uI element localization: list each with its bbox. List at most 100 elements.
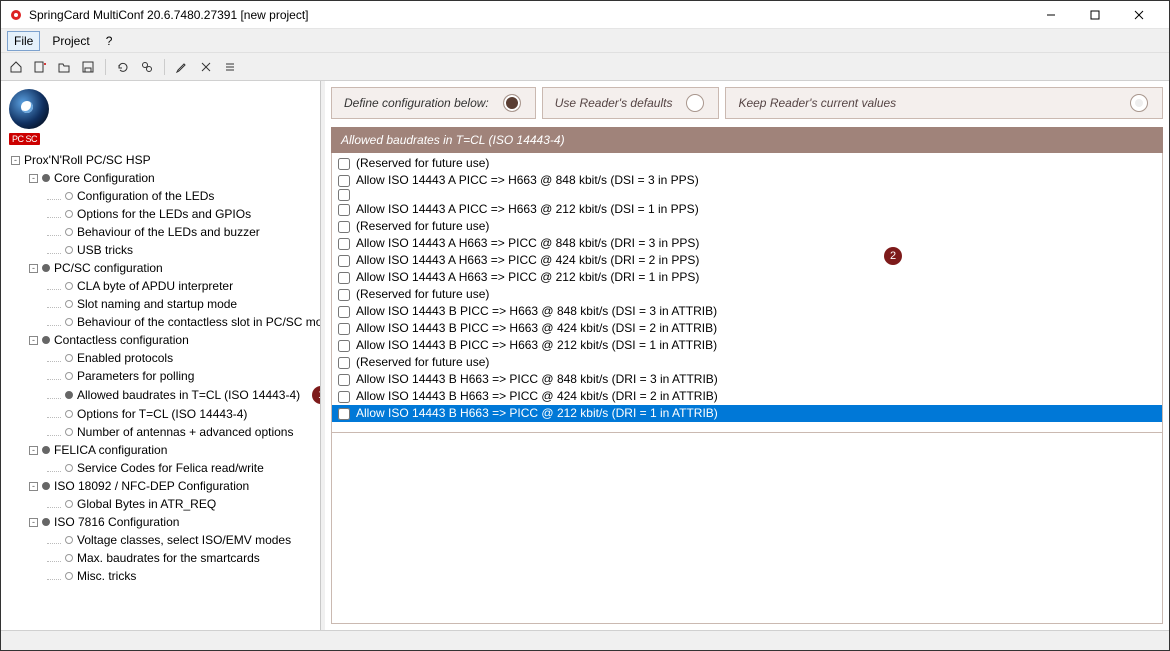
toolbar-separator xyxy=(164,59,165,75)
save-icon[interactable] xyxy=(79,58,97,76)
checkbox[interactable] xyxy=(338,306,350,318)
config-tree: -Prox'N'Roll PC/SC HSP -Core Configurati… xyxy=(7,151,314,626)
open-icon[interactable] xyxy=(55,58,73,76)
checkbox[interactable] xyxy=(338,357,350,369)
tree-core[interactable]: -Core Configuration xyxy=(7,169,314,187)
expander-icon[interactable]: - xyxy=(29,518,38,527)
checkbox[interactable] xyxy=(338,238,350,250)
refresh-icon[interactable] xyxy=(114,58,132,76)
checkbox-row[interactable]: Allow ISO 14443 A H663 => PICC @ 848 kbi… xyxy=(332,235,1162,252)
minimize-button[interactable] xyxy=(1029,1,1073,29)
checkbox-row[interactable]: Allow ISO 14443 B PICC => H663 @ 424 kbi… xyxy=(332,320,1162,337)
checkbox[interactable] xyxy=(338,272,350,284)
tree-iso7816[interactable]: -ISO 7816 Configuration xyxy=(7,513,314,531)
link-icon[interactable] xyxy=(138,58,156,76)
radio-icon xyxy=(1130,94,1148,112)
checkbox[interactable] xyxy=(338,204,350,216)
checkbox-row[interactable]: Allow ISO 14443 A PICC => H663 @ 212 kbi… xyxy=(332,201,1162,218)
expander-icon[interactable]: - xyxy=(11,156,20,165)
checkbox[interactable] xyxy=(338,340,350,352)
tree-leaf[interactable]: Number of antennas + advanced options xyxy=(7,423,314,441)
tree-leaf[interactable]: Options for the LEDs and GPIOs xyxy=(7,205,314,223)
toolbar xyxy=(1,53,1169,81)
mode-defaults[interactable]: Use Reader's defaults xyxy=(542,87,720,119)
checkbox-panel: (Reserved for future use) Allow ISO 1444… xyxy=(331,153,1163,433)
left-pane: PC SC -Prox'N'Roll PC/SC HSP -Core Confi… xyxy=(1,81,321,630)
checkbox-row[interactable]: (Reserved for future use) xyxy=(332,155,1162,172)
checkbox-row[interactable]: (Reserved for future use) xyxy=(332,286,1162,303)
checkbox-row-selected[interactable]: Allow ISO 14443 B H663 => PICC @ 212 kbi… xyxy=(332,405,1162,422)
tree-leaf-selected[interactable]: Allowed baudrates in T=CL (ISO 14443-4)1 xyxy=(7,385,314,405)
tree-pcsc[interactable]: -PC/SC configuration xyxy=(7,259,314,277)
tree-leaf[interactable]: Configuration of the LEDs xyxy=(7,187,314,205)
tree-leaf[interactable]: Parameters for polling xyxy=(7,367,314,385)
mode-keep-label: Keep Reader's current values xyxy=(738,96,896,110)
empty-area xyxy=(331,433,1163,624)
new-icon[interactable] xyxy=(31,58,49,76)
checkbox[interactable] xyxy=(338,189,350,201)
checkbox-row[interactable]: Allow ISO 14443 B PICC => H663 @ 212 kbi… xyxy=(332,337,1162,354)
edit-icon[interactable] xyxy=(173,58,191,76)
tree-leaf[interactable]: Global Bytes in ATR_REQ xyxy=(7,495,314,513)
checkbox[interactable] xyxy=(338,391,350,403)
device-icon xyxy=(9,89,49,129)
checkbox[interactable] xyxy=(338,323,350,335)
tree-leaf[interactable]: Behaviour of the contactless slot in PC/… xyxy=(7,313,314,331)
tree-root[interactable]: -Prox'N'Roll PC/SC HSP xyxy=(7,151,314,169)
close-button[interactable] xyxy=(1117,1,1161,29)
expander-icon[interactable]: - xyxy=(29,446,38,455)
mode-define[interactable]: Define configuration below: xyxy=(331,87,536,119)
tree-leaf[interactable]: Slot naming and startup mode xyxy=(7,295,314,313)
annotation-2: 2 xyxy=(884,247,902,265)
checkbox-row[interactable]: Allow ISO 14443 A PICC => H663 @ 848 kbi… xyxy=(332,172,1162,189)
checkbox-row[interactable]: Allow ISO 14443 A H663 => PICC @ 424 kbi… xyxy=(332,252,1162,269)
checkbox-row[interactable]: (Reserved for future use) xyxy=(332,218,1162,235)
tree-leaf[interactable]: Service Codes for Felica read/write xyxy=(7,459,314,477)
tree-leaf[interactable]: Max. baudrates for the smartcards xyxy=(7,549,314,567)
tree-leaf[interactable]: Misc. tricks xyxy=(7,567,314,585)
menu-project[interactable]: Project xyxy=(46,32,95,50)
expander-icon[interactable]: - xyxy=(29,174,38,183)
checkbox[interactable] xyxy=(338,289,350,301)
checkbox[interactable] xyxy=(338,374,350,386)
tree-contactless[interactable]: -Contactless configuration xyxy=(7,331,314,349)
mode-define-label: Define configuration below: xyxy=(344,96,489,110)
tree-leaf[interactable]: Behaviour of the LEDs and buzzer xyxy=(7,223,314,241)
checkbox-row[interactable] xyxy=(332,189,1162,201)
tree-leaf[interactable]: USB tricks xyxy=(7,241,314,259)
tree-leaf[interactable]: Enabled protocols xyxy=(7,349,314,367)
checkbox-row[interactable]: Allow ISO 14443 A H663 => PICC @ 212 kbi… xyxy=(332,269,1162,286)
statusbar xyxy=(1,630,1169,650)
checkbox-row[interactable]: Allow ISO 14443 B H663 => PICC @ 848 kbi… xyxy=(332,371,1162,388)
right-pane: Define configuration below: Use Reader's… xyxy=(325,81,1169,630)
expander-icon[interactable]: - xyxy=(29,482,38,491)
list-icon[interactable] xyxy=(221,58,239,76)
home-icon[interactable] xyxy=(7,58,25,76)
tree-leaf[interactable]: Options for T=CL (ISO 14443-4) xyxy=(7,405,314,423)
checkbox-row[interactable]: Allow ISO 14443 B PICC => H663 @ 848 kbi… xyxy=(332,303,1162,320)
tree-leaf[interactable]: CLA byte of APDU interpreter xyxy=(7,277,314,295)
menu-file[interactable]: File xyxy=(7,31,40,51)
mode-keep[interactable]: Keep Reader's current values xyxy=(725,87,1163,119)
app-icon xyxy=(9,8,23,22)
tree-nfcdep[interactable]: -ISO 18092 / NFC-DEP Configuration xyxy=(7,477,314,495)
checkbox-row[interactable]: (Reserved for future use) xyxy=(332,354,1162,371)
checkbox[interactable] xyxy=(338,175,350,187)
expander-icon[interactable]: - xyxy=(29,264,38,273)
titlebar: SpringCard MultiConf 20.6.7480.27391 [ne… xyxy=(1,1,1169,29)
expander-icon[interactable]: - xyxy=(29,336,38,345)
pcsc-badge: PC SC xyxy=(9,133,40,145)
checkbox[interactable] xyxy=(338,255,350,267)
tree-leaf[interactable]: Voltage classes, select ISO/EMV modes xyxy=(7,531,314,549)
section-header: Allowed baudrates in T=CL (ISO 14443-4) xyxy=(331,127,1163,153)
mode-row: Define configuration below: Use Reader's… xyxy=(331,87,1163,119)
checkbox-row[interactable]: Allow ISO 14443 B H663 => PICC @ 424 kbi… xyxy=(332,388,1162,405)
checkbox[interactable] xyxy=(338,158,350,170)
checkbox[interactable] xyxy=(338,221,350,233)
menu-help[interactable]: ? xyxy=(102,32,117,50)
checkbox[interactable] xyxy=(338,408,350,420)
maximize-button[interactable] xyxy=(1073,1,1117,29)
clear-icon[interactable] xyxy=(197,58,215,76)
tree-felica[interactable]: -FELICA configuration xyxy=(7,441,314,459)
annotation-1: 1 xyxy=(312,386,321,404)
